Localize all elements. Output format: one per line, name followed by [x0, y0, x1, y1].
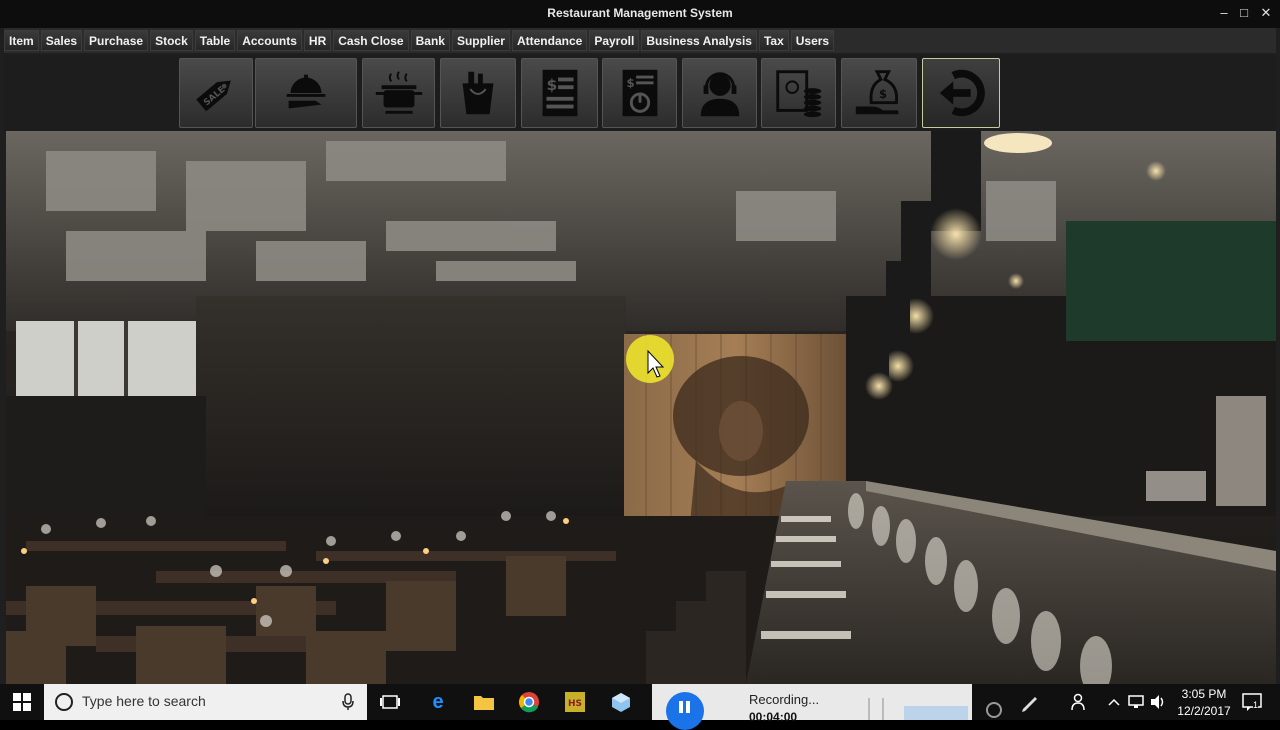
report-chart-icon: $ [622, 69, 657, 117]
menu-item-hr[interactable]: HR [303, 30, 332, 51]
edge-browser-icon[interactable]: e [426, 690, 450, 714]
grocery-bag-icon [462, 71, 494, 115]
support-headset-icon [700, 72, 739, 117]
billing-button[interactable]: $ [521, 58, 598, 128]
menu-item-accounts[interactable]: Accounts [237, 30, 302, 51]
menu-item-attendance[interactable]: Attendance [511, 30, 588, 51]
microphone-icon[interactable] [342, 693, 354, 711]
search-circle-icon [55, 693, 73, 711]
logout-icon [939, 69, 985, 117]
task-view-icon[interactable] [378, 690, 402, 714]
menu-item-cash-close[interactable]: Cash Close [333, 30, 409, 51]
menu-item-supplier[interactable]: Supplier [451, 30, 510, 51]
chevron-up-icon[interactable] [1102, 690, 1126, 714]
cube-app-icon[interactable] [609, 690, 633, 714]
clock-date: 12/2/2017 [1177, 704, 1231, 718]
recording-label: Recording... [749, 692, 820, 707]
menu-item-sales[interactable]: Sales [40, 30, 83, 51]
close-icon[interactable]: ✕ [1256, 4, 1276, 22]
maximize-icon[interactable]: □ [1234, 4, 1254, 22]
svg-text:$: $ [546, 76, 557, 94]
menu-item-purchase[interactable]: Purchase [84, 30, 149, 51]
svg-text:$: $ [879, 87, 887, 101]
menu-item-payroll[interactable]: Payroll [589, 30, 640, 51]
svg-text:$: $ [626, 76, 634, 90]
support-button[interactable] [682, 58, 757, 128]
menu-item-item[interactable]: Item [4, 30, 39, 51]
windows-logo-icon [13, 693, 31, 711]
notification-count: 1 [1253, 700, 1259, 710]
serving-tray-icon [286, 74, 326, 109]
search-placeholder: Type here to search [82, 693, 206, 709]
chrome-browser-icon[interactable] [517, 690, 541, 714]
windows-taskbar: Type here to search e HS Recording... 00… [0, 684, 1280, 730]
cash-coins-icon [775, 70, 821, 118]
pause-recording-button[interactable] [666, 692, 704, 730]
logout-button[interactable] [922, 58, 1000, 128]
menu-bar: Item Sales Purchase Stock Table Accounts… [4, 28, 1276, 53]
pen-draw-icon[interactable] [1018, 690, 1042, 714]
title-bar: Restaurant Management System – □ ✕ [0, 0, 1280, 28]
network-icon[interactable] [1124, 690, 1148, 714]
menu-item-table[interactable]: Table [194, 30, 236, 51]
serving-button[interactable] [255, 58, 357, 128]
sale-button[interactable]: SALE [179, 58, 253, 128]
taskbar-search-box[interactable]: Type here to search [44, 684, 367, 720]
volume-meter-icon [868, 698, 884, 720]
menu-item-users[interactable]: Users [790, 30, 835, 51]
cooking-pot-icon [375, 71, 422, 114]
webcam-toggle-icon[interactable] [986, 702, 1002, 718]
grocery-button[interactable] [440, 58, 516, 128]
toolbar: SALE $ $ $ [4, 55, 1276, 131]
level-bar [904, 706, 968, 720]
payment-button[interactable]: $ [841, 58, 917, 128]
menu-item-tax[interactable]: Tax [758, 30, 789, 51]
menu-item-business-analysis[interactable]: Business Analysis [641, 30, 757, 51]
recorder-widget: Recording... 00:04:00 [652, 684, 1002, 730]
svg-text:HS: HS [568, 699, 582, 709]
notification-center-icon[interactable]: 1 [1240, 690, 1264, 714]
start-button[interactable] [0, 684, 44, 720]
kitchen-button[interactable] [362, 58, 435, 128]
app-window: Restaurant Management System – □ ✕ Item … [0, 0, 1280, 684]
window-title: Restaurant Management System [547, 6, 733, 20]
hs-app-icon[interactable]: HS [563, 690, 587, 714]
invoice-icon: $ [542, 69, 577, 117]
clock-time: 3:05 PM [1181, 687, 1227, 701]
minimize-icon[interactable]: – [1214, 4, 1234, 22]
recording-timer: 00:04:00 [749, 710, 798, 724]
report-button[interactable]: $ [602, 58, 677, 128]
people-icon[interactable] [1068, 690, 1092, 714]
money-bag-hand-icon: $ [855, 70, 899, 115]
menu-item-stock[interactable]: Stock [150, 30, 193, 51]
restaurant-scene [6, 131, 1276, 684]
cash-button[interactable] [761, 58, 836, 128]
menu-item-bank[interactable]: Bank [410, 30, 450, 51]
restaurant-background-image [6, 131, 1276, 684]
file-explorer-icon[interactable] [472, 690, 496, 714]
volume-icon[interactable] [1146, 690, 1170, 714]
sale-tag-icon: SALE [196, 80, 231, 112]
clock[interactable]: 3:05 PM 12/2/2017 [1172, 684, 1236, 718]
